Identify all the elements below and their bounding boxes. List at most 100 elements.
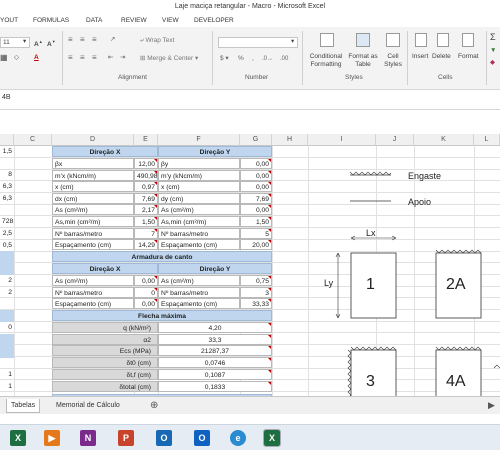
partial-cell[interactable]: 1,5 — [0, 146, 14, 157]
canto-y-value[interactable]: 0,75 — [240, 275, 272, 286]
tab-view[interactable]: VIEW — [162, 14, 179, 27]
partial-cell[interactable]: 2,5 — [0, 228, 14, 239]
format-icon[interactable] — [462, 33, 474, 47]
direcao-y-value[interactable]: 7,69 — [240, 192, 272, 204]
powerpoint-icon[interactable]: P — [118, 430, 134, 446]
number-format-select[interactable]: ▾ — [218, 37, 298, 48]
tab-formulas[interactable]: FORMULAS — [33, 14, 69, 27]
orientation-icon[interactable]: ↗ — [110, 36, 115, 44]
direcao-x-label[interactable]: dx (cm) — [52, 192, 134, 204]
canto-x-value[interactable]: 0,00 — [134, 275, 158, 286]
canto-y-label[interactable]: As (cm²/m) — [158, 275, 240, 286]
direcao-x-value[interactable]: 12,00 — [134, 158, 158, 169]
col-header-h[interactable]: H — [272, 134, 308, 146]
scroll-right-icon[interactable]: ▶ — [484, 399, 499, 412]
partial-cell[interactable]: 0 — [0, 322, 14, 333]
partial-cell[interactable]: 1 — [0, 369, 14, 380]
direcao-x-label[interactable]: As,min (cm²/m) — [52, 216, 134, 227]
tab-page-layout[interactable]: YOUT — [0, 14, 18, 27]
col-header-f[interactable]: F — [158, 134, 240, 146]
direcao-y-value[interactable]: 0,00 — [240, 158, 272, 169]
direcao-y-value[interactable]: 0,00 — [240, 204, 272, 216]
increase-indent-icon[interactable]: ⇥ — [120, 54, 125, 62]
fill-color-icon[interactable]: ◇ — [14, 54, 19, 62]
formula-bar[interactable]: 4B — [0, 90, 500, 110]
flecha-value[interactable]: 4,20 — [158, 322, 272, 333]
canto-direcao-y-header[interactable]: Direção Y — [158, 263, 272, 274]
direcao-y-value[interactable]: 5 — [240, 227, 272, 239]
direcao-x-label[interactable]: Espaçamento (cm) — [52, 239, 134, 251]
flecha-value[interactable]: 21287,37 — [158, 345, 272, 357]
partial-cell[interactable]: 0,5 — [0, 240, 14, 251]
onedrive-icon[interactable]: O — [194, 430, 210, 446]
tab-data[interactable]: DATA — [86, 14, 102, 27]
direcao-x-label[interactable]: x (cm) — [52, 181, 134, 193]
tab-developer[interactable]: DEVELOPER — [194, 14, 234, 27]
partial-cell[interactable]: 6,3 — [0, 181, 14, 192]
sheet-tab-tabelas[interactable]: Tabelas — [6, 399, 41, 413]
percent-style-icon[interactable]: % — [238, 55, 244, 63]
armadura-canto-header[interactable]: Armadura de canto — [52, 251, 272, 262]
excel-icon[interactable]: X — [10, 430, 26, 446]
col-header-j[interactable]: J — [376, 134, 414, 146]
comma-style-icon[interactable]: , — [252, 55, 254, 63]
flecha-value[interactable]: 33,3 — [158, 333, 272, 345]
canto-y-label[interactable]: Nº barras/metro — [158, 286, 240, 298]
canto-x-label[interactable]: As (cm²/m) — [52, 275, 134, 286]
partial-cell[interactable]: 728 — [0, 216, 14, 227]
direcao-y-label[interactable]: x (cm) — [158, 181, 240, 193]
add-sheet-icon[interactable]: ⊕ — [146, 399, 162, 412]
cell-styles-button[interactable]: Cell Styles — [378, 53, 408, 69]
align-top-icon[interactable]: ≡ — [68, 36, 73, 44]
wrap-text-button[interactable]: ⤶ Wrap Text — [140, 37, 174, 45]
col-header-e[interactable]: E — [134, 134, 158, 146]
direcao-x-value[interactable]: 1,50 — [134, 216, 158, 227]
align-left-icon[interactable]: ≡ — [68, 54, 73, 62]
flecha-label[interactable]: q (kN/m²) — [52, 322, 158, 333]
partial-cell[interactable]: 2 — [0, 275, 14, 286]
format-button[interactable]: Format — [458, 53, 479, 61]
font-size-box[interactable]: 11 ▾ — [0, 37, 30, 48]
direcao-x-header[interactable]: Direção X — [52, 146, 158, 157]
partial-cell[interactable]: 2 — [0, 287, 14, 298]
flecha-label[interactable]: δt,f (cm) — [52, 368, 158, 380]
canto-direcao-x-header[interactable]: Direção X — [52, 263, 158, 274]
direcao-x-value[interactable]: 2,17 — [134, 204, 158, 216]
direcao-y-header[interactable]: Direção Y — [158, 146, 272, 157]
direcao-y-label[interactable]: βy — [158, 158, 240, 169]
direcao-y-value[interactable]: 0,00 — [240, 169, 272, 181]
direcao-y-value[interactable]: 0,00 — [240, 181, 272, 193]
excel-active-icon[interactable]: X — [263, 429, 281, 447]
align-bottom-icon[interactable]: ≡ — [92, 36, 97, 44]
direcao-x-value[interactable]: 14,29 — [134, 239, 158, 251]
align-middle-icon[interactable]: ≡ — [80, 36, 85, 44]
shrink-font-icon[interactable]: A▼ — [47, 38, 56, 49]
onenote-icon[interactable]: N — [80, 430, 96, 446]
insert-icon[interactable] — [415, 33, 427, 47]
flecha-value[interactable]: 0,1833 — [158, 380, 272, 392]
col-header-g[interactable]: G — [240, 134, 272, 146]
direcao-x-label[interactable]: m'x (kNcm/m) — [52, 169, 134, 181]
align-center-icon[interactable]: ≡ — [80, 54, 85, 62]
edge-icon[interactable]: e — [230, 430, 246, 446]
canto-y-label[interactable]: Espaçamento (cm) — [158, 298, 240, 310]
increase-decimal-icon[interactable]: .0→ — [262, 55, 273, 63]
direcao-x-label[interactable]: As (cm²/m) — [52, 204, 134, 216]
canto-x-label[interactable]: Espaçamento (cm) — [52, 298, 134, 310]
decrease-indent-icon[interactable]: ⇤ — [108, 54, 113, 62]
format-as-table-button[interactable]: Format as Table — [344, 53, 382, 69]
media-icon[interactable]: ▶ — [44, 430, 60, 446]
accounting-format-icon[interactable]: $ ▾ — [220, 55, 229, 63]
direcao-x-label[interactable]: βx — [52, 158, 134, 169]
delete-button[interactable]: Delete — [432, 53, 451, 61]
format-as-table-icon[interactable] — [356, 33, 370, 47]
outlook-icon[interactable]: O — [156, 430, 172, 446]
insert-button[interactable]: Insert — [412, 53, 428, 61]
flecha-label[interactable]: Ecs (MPa) — [52, 345, 158, 357]
col-header-i[interactable]: I — [308, 134, 376, 146]
grow-font-icon[interactable]: A▲ — [34, 38, 43, 49]
col-header-l[interactable]: L — [474, 134, 500, 146]
autosum-icon[interactable]: Σ — [490, 33, 496, 42]
flecha-label[interactable]: α2 — [52, 333, 158, 345]
direcao-y-value[interactable]: 20,00 — [240, 239, 272, 251]
